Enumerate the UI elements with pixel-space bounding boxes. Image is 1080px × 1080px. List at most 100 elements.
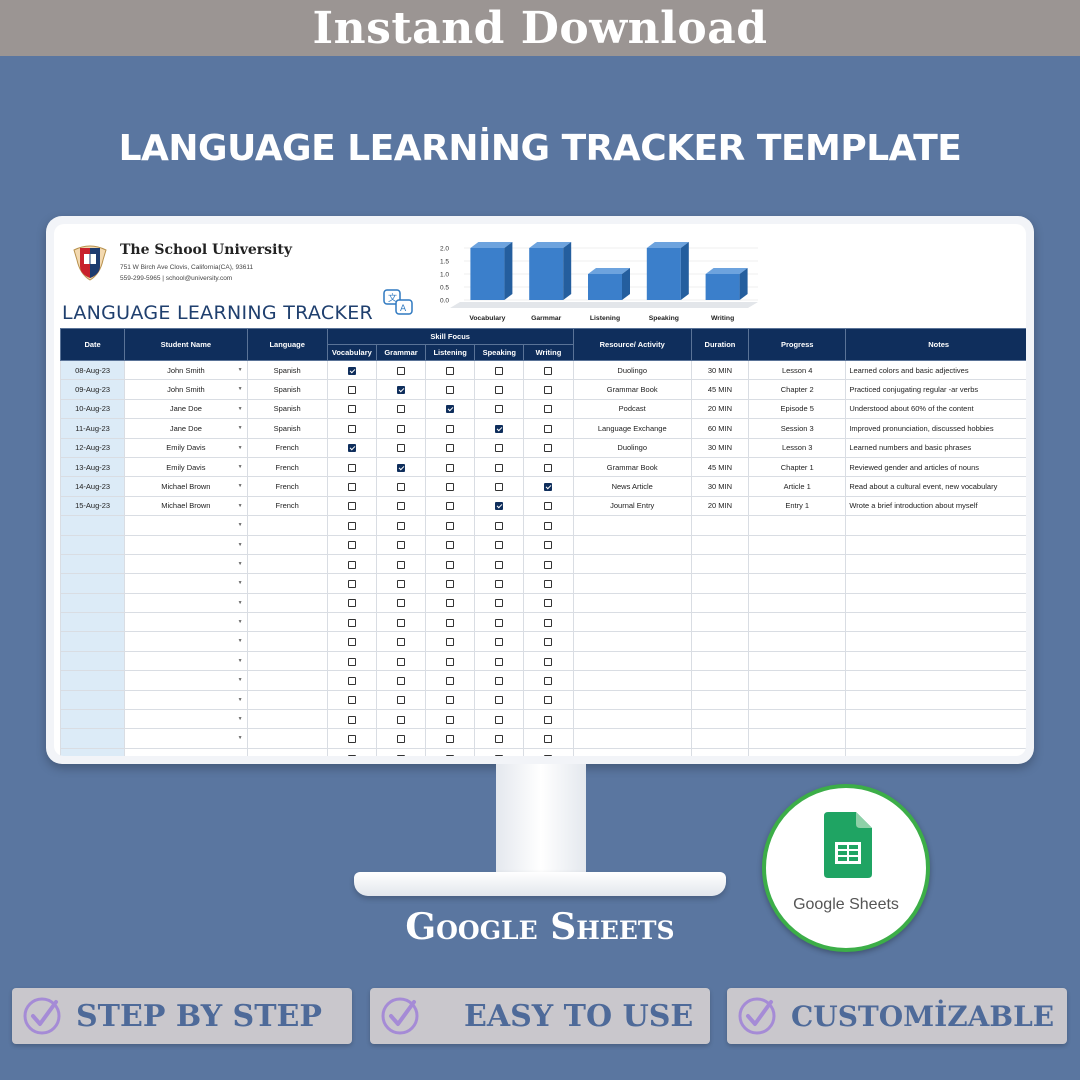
skill-checkbox[interactable] [396, 483, 405, 492]
progress-cell[interactable] [748, 631, 847, 652]
skill-checkbox[interactable] [544, 483, 553, 492]
notes-cell[interactable] [845, 553, 1026, 575]
date-cell[interactable]: 10-Aug-23 [59, 398, 126, 420]
skill-checkbox[interactable] [446, 599, 455, 608]
notes-cell[interactable] [845, 592, 1026, 614]
skill-checkbox[interactable] [446, 521, 455, 530]
skill-checkbox[interactable] [495, 463, 504, 472]
duration-cell[interactable] [690, 709, 750, 730]
notes-cell[interactable]: Reviewed gender and articles of nouns [845, 456, 1026, 478]
language-cell[interactable] [246, 650, 328, 672]
skill-checkbox[interactable] [347, 541, 356, 550]
skill-checkbox[interactable] [446, 715, 455, 724]
student-cell[interactable]: ▼ [124, 553, 248, 575]
dropdown-caret-icon[interactable]: ▼ [238, 561, 243, 567]
skill-checkbox[interactable] [347, 560, 356, 569]
language-cell[interactable]: French [246, 476, 328, 497]
skill-checkbox[interactable] [544, 463, 553, 472]
notes-cell[interactable] [845, 747, 1026, 756]
skill-checkbox[interactable] [347, 483, 356, 492]
skill-checkbox[interactable] [544, 657, 553, 666]
skill-checkbox[interactable] [347, 444, 356, 453]
dropdown-caret-icon[interactable]: ▼ [238, 658, 243, 664]
language-cell[interactable]: Spanish [246, 379, 328, 400]
skill-checkbox[interactable] [446, 483, 455, 492]
duration-cell[interactable] [690, 553, 750, 575]
notes-cell[interactable] [845, 728, 1026, 749]
dropdown-caret-icon[interactable]: ▼ [238, 367, 243, 373]
skill-checkbox[interactable] [347, 463, 356, 472]
skill-checkbox[interactable] [495, 657, 504, 666]
duration-cell[interactable] [690, 631, 750, 652]
resource-cell[interactable]: Podcast [572, 398, 692, 420]
student-cell[interactable]: Jane Doe ▼ [124, 398, 248, 420]
resource-cell[interactable]: Journal Entry [572, 495, 692, 517]
skill-checkbox[interactable] [347, 696, 356, 705]
progress-cell[interactable]: Chapter 2 [748, 379, 847, 400]
duration-cell[interactable] [690, 534, 750, 555]
progress-cell[interactable] [748, 612, 847, 633]
student-cell[interactable]: ▼ [124, 631, 248, 652]
skill-checkbox[interactable] [495, 560, 504, 569]
skill-checkbox[interactable] [396, 560, 405, 569]
progress-cell[interactable] [748, 515, 847, 536]
resource-cell[interactable]: Grammar Book [572, 379, 692, 400]
duration-cell[interactable] [690, 592, 750, 614]
date-cell[interactable] [59, 592, 126, 614]
resource-cell[interactable] [572, 650, 692, 672]
dropdown-caret-icon[interactable]: ▼ [238, 425, 243, 431]
notes-cell[interactable]: Practiced conjugating regular -ar verbs [845, 379, 1026, 400]
skill-checkbox[interactable] [396, 366, 405, 375]
language-cell[interactable]: French [246, 437, 328, 458]
skill-checkbox[interactable] [347, 676, 356, 685]
progress-cell[interactable]: Lesson 4 [748, 359, 847, 381]
resource-cell[interactable]: News Article [572, 476, 692, 497]
skill-checkbox[interactable] [396, 521, 405, 530]
skill-checkbox[interactable] [544, 502, 553, 511]
skill-checkbox[interactable] [347, 735, 356, 744]
dropdown-caret-icon[interactable]: ▼ [238, 697, 243, 703]
notes-cell[interactable]: Read about a cultural event, new vocabul… [845, 476, 1026, 497]
date-cell[interactable] [59, 573, 126, 594]
skill-checkbox[interactable] [544, 424, 553, 433]
skill-checkbox[interactable] [446, 405, 455, 414]
skill-checkbox[interactable] [446, 541, 455, 550]
skill-checkbox[interactable] [347, 715, 356, 724]
student-cell[interactable]: ▼ [124, 534, 248, 555]
notes-cell[interactable]: Learned numbers and basic phrases [845, 437, 1026, 458]
duration-cell[interactable] [690, 728, 750, 749]
duration-cell[interactable] [690, 612, 750, 633]
skill-checkbox[interactable] [446, 754, 455, 756]
progress-cell[interactable] [748, 592, 847, 614]
skill-checkbox[interactable] [544, 521, 553, 530]
skill-checkbox[interactable] [446, 560, 455, 569]
language-cell[interactable] [246, 631, 328, 652]
skill-checkbox[interactable] [347, 502, 356, 511]
skill-checkbox[interactable] [396, 754, 405, 756]
notes-cell[interactable] [845, 689, 1026, 711]
dropdown-caret-icon[interactable]: ▼ [238, 755, 243, 756]
skill-checkbox[interactable] [495, 696, 504, 705]
skill-checkbox[interactable] [495, 366, 504, 375]
skill-checkbox[interactable] [446, 618, 455, 627]
skill-checkbox[interactable] [396, 405, 405, 414]
date-cell[interactable] [59, 534, 126, 555]
notes-cell[interactable]: Understood about 60% of the content [845, 398, 1026, 420]
dropdown-caret-icon[interactable]: ▼ [238, 735, 243, 741]
skill-checkbox[interactable] [495, 754, 504, 756]
date-cell[interactable]: 14-Aug-23 [59, 476, 126, 497]
resource-cell[interactable] [572, 553, 692, 575]
progress-cell[interactable] [748, 650, 847, 672]
language-cell[interactable]: Spanish [246, 418, 328, 439]
resource-cell[interactable] [572, 747, 692, 756]
duration-cell[interactable]: 30 MIN [690, 476, 750, 497]
date-cell[interactable] [59, 553, 126, 575]
duration-cell[interactable]: 30 MIN [690, 359, 750, 381]
dropdown-caret-icon[interactable]: ▼ [238, 677, 243, 683]
notes-cell[interactable] [845, 612, 1026, 633]
dropdown-caret-icon[interactable]: ▼ [238, 638, 243, 644]
skill-checkbox[interactable] [446, 444, 455, 453]
duration-cell[interactable]: 20 MIN [690, 398, 750, 420]
notes-cell[interactable] [845, 515, 1026, 536]
skill-checkbox[interactable] [495, 676, 504, 685]
